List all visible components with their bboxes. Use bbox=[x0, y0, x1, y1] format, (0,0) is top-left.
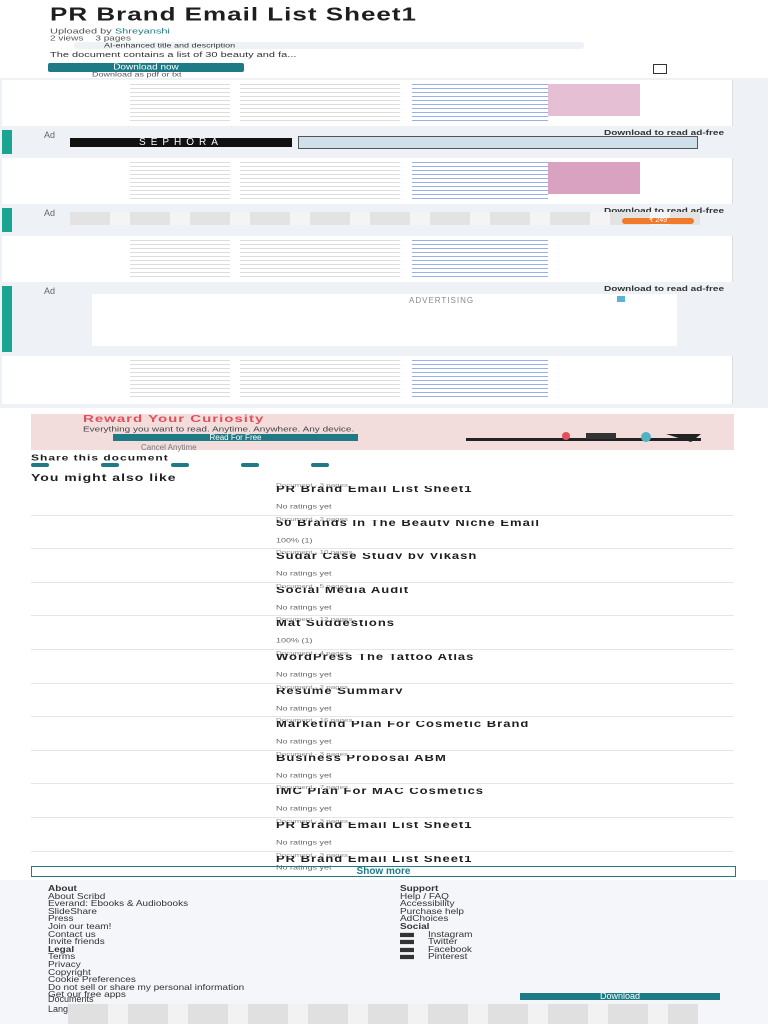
description-text: The document contains a list of 30 beaut… bbox=[50, 50, 297, 59]
advertising-box[interactable]: ADVERTISING bbox=[92, 294, 677, 346]
footer-link[interactable]: Invite friends bbox=[48, 938, 244, 946]
ad-tab bbox=[2, 130, 12, 154]
pinterest-icon bbox=[400, 955, 414, 960]
footer-download-button[interactable]: Download bbox=[520, 992, 720, 1001]
item-rating: No ratings yet bbox=[276, 570, 332, 578]
item-title[interactable]: PR Brand Email List Sheet1 bbox=[276, 856, 736, 862]
list-item[interactable]: Document · 3 pages PR Brand Email List S… bbox=[31, 482, 734, 516]
document-page-3 bbox=[2, 236, 733, 282]
share-heading: Share this document bbox=[31, 453, 169, 463]
item-rating: No ratings yet bbox=[276, 738, 332, 746]
bottom-ad-strip[interactable] bbox=[68, 1004, 698, 1024]
item-rating: No ratings yet bbox=[276, 838, 332, 846]
highlight-cells bbox=[548, 162, 640, 194]
document-page-2 bbox=[2, 158, 733, 204]
ad-text bbox=[298, 136, 698, 149]
cancel-anytime-text: Cancel Anytime bbox=[141, 443, 197, 452]
ad-label: Ad bbox=[44, 286, 56, 296]
email-icon[interactable] bbox=[311, 463, 329, 467]
ad-row-3: Ad Download to read ad-free ADVERTISING bbox=[2, 285, 732, 352]
item-title[interactable]: 50 Brands In The Beauty Niche Email bbox=[276, 520, 736, 526]
item-rating: No ratings yet bbox=[276, 771, 332, 779]
document-page-4 bbox=[2, 356, 733, 404]
item-title[interactable]: Business Proposal ABM bbox=[276, 755, 736, 761]
ai-enhanced-bar: AI-enhanced title and description bbox=[74, 42, 584, 49]
list-item[interactable]: Document · 4 pages WordPress The Tattoo … bbox=[31, 650, 734, 684]
pinterest-label: Pinterest bbox=[428, 952, 468, 962]
page: PR Brand Email List Sheet1 Uploaded by S… bbox=[0, 0, 768, 1024]
facebook-icon[interactable] bbox=[31, 463, 49, 467]
list-item[interactable]: Document · 5 pages Social Media Audit No… bbox=[31, 583, 734, 617]
footer-legal-heading: Legal bbox=[48, 945, 75, 955]
document-page-1 bbox=[2, 80, 733, 126]
messenger-icon[interactable] bbox=[241, 463, 259, 467]
ad-free-link[interactable]: Download to read ad-free bbox=[604, 285, 724, 293]
highlight-cells bbox=[548, 84, 640, 116]
advertising-label: ADVERTISING bbox=[409, 296, 475, 305]
linkedin-icon[interactable] bbox=[171, 463, 189, 467]
download-format: Download as pdf or txt bbox=[92, 71, 182, 78]
flag-icon[interactable] bbox=[653, 64, 667, 74]
twitter-icon bbox=[400, 939, 414, 945]
ai-label: AI-enhanced title and description bbox=[104, 41, 236, 49]
twitter-icon[interactable] bbox=[101, 463, 119, 467]
share-icons bbox=[31, 463, 329, 467]
show-more-button[interactable]: Show more bbox=[31, 866, 736, 877]
ad-label: Ad bbox=[44, 130, 56, 140]
ad-tab bbox=[2, 286, 12, 352]
banner-title: Reward Your Curiosity bbox=[83, 413, 265, 425]
list-item[interactable]: Document · 12 pages Mat Suggestions 100%… bbox=[31, 616, 734, 650]
ad-thumbnails[interactable] bbox=[70, 212, 700, 225]
item-title[interactable]: WordPress The Tattoo Atlas bbox=[276, 654, 736, 660]
documents-label: Documents bbox=[48, 994, 94, 1004]
footer-social-link[interactable]: Pinterest bbox=[400, 952, 472, 962]
list-item[interactable]: Document · 2 pages Resume Summary No rat… bbox=[31, 684, 734, 718]
price-pill[interactable]: ₹ 249 bbox=[622, 217, 694, 224]
item-title[interactable]: IMC Plan For MAC Cosmetics bbox=[276, 788, 736, 794]
sephora-ad[interactable]: SEPHORA bbox=[70, 138, 292, 148]
list-item[interactable]: Document · 2 pages 50 Brands In The Beau… bbox=[31, 516, 734, 550]
item-rating: No ratings yet bbox=[276, 503, 332, 510]
facebook-icon bbox=[400, 947, 414, 952]
item-title[interactable]: Sugar Case Study by Vikash bbox=[276, 553, 736, 559]
item-title[interactable]: Resume Summary bbox=[276, 688, 736, 694]
uploader-line: Uploaded by Shreyanshi bbox=[50, 28, 170, 36]
footer-about: About About Scribd Everand: Ebooks & Aud… bbox=[48, 885, 244, 1000]
list-item[interactable]: Document · 3 pages Business Proposal ABM… bbox=[31, 751, 734, 785]
item-title[interactable]: PR Brand Email List Sheet1 bbox=[276, 486, 736, 492]
page-title: PR Brand Email List Sheet1 bbox=[50, 3, 417, 25]
item-rating: No ratings yet bbox=[276, 670, 332, 678]
list-item[interactable]: Document · 16 pages Marketing Plan For C… bbox=[31, 717, 734, 751]
description: The document contains a list of 30 beaut… bbox=[50, 50, 730, 59]
promo-banner: Reward Your Curiosity Everything you wan… bbox=[31, 413, 734, 452]
ad-label: Ad bbox=[44, 208, 56, 218]
recommendation-list: Document · 3 pages PR Brand Email List S… bbox=[31, 482, 736, 871]
item-rating: No ratings yet bbox=[276, 704, 332, 712]
instagram-icon bbox=[400, 932, 414, 937]
read-for-free-button[interactable]: Read For Free bbox=[113, 434, 358, 442]
footer-support: Support Help / FAQ Accessibility Purchas… bbox=[400, 885, 472, 962]
item-title[interactable]: PR Brand Email List Sheet1 bbox=[276, 822, 736, 828]
document-viewer[interactable]: Ad Download to read ad-free SEPHORA Ad D… bbox=[0, 78, 768, 408]
footer-link[interactable]: SlideShare bbox=[48, 908, 244, 916]
item-title[interactable]: Social Media Audit bbox=[276, 587, 736, 593]
ad-tab bbox=[2, 208, 12, 232]
ad-row-1: Ad Download to read ad-free SEPHORA bbox=[2, 129, 732, 154]
item-title[interactable]: Mat Suggestions bbox=[276, 620, 736, 626]
item-rating: No ratings yet bbox=[276, 603, 332, 611]
item-title[interactable]: Marketing Plan For Cosmetic Brand bbox=[276, 721, 736, 727]
banner-illustration bbox=[466, 432, 701, 442]
list-item[interactable]: Document · 10 pages Sugar Case Study by … bbox=[31, 549, 734, 583]
ad-row-2: Ad Download to read ad-free ₹ 249 bbox=[2, 207, 732, 232]
list-item[interactable]: Document · 7 pages IMC Plan For MAC Cosm… bbox=[31, 784, 734, 818]
list-item[interactable]: Document · 3 pages PR Brand Email List S… bbox=[31, 818, 734, 852]
item-rating: 100% (1) bbox=[276, 536, 313, 544]
adchoices-icon[interactable] bbox=[617, 296, 625, 302]
item-rating: No ratings yet bbox=[276, 805, 332, 813]
footer: About About Scribd Everand: Ebooks & Aud… bbox=[0, 880, 768, 1024]
item-rating: 100% (1) bbox=[276, 637, 313, 645]
